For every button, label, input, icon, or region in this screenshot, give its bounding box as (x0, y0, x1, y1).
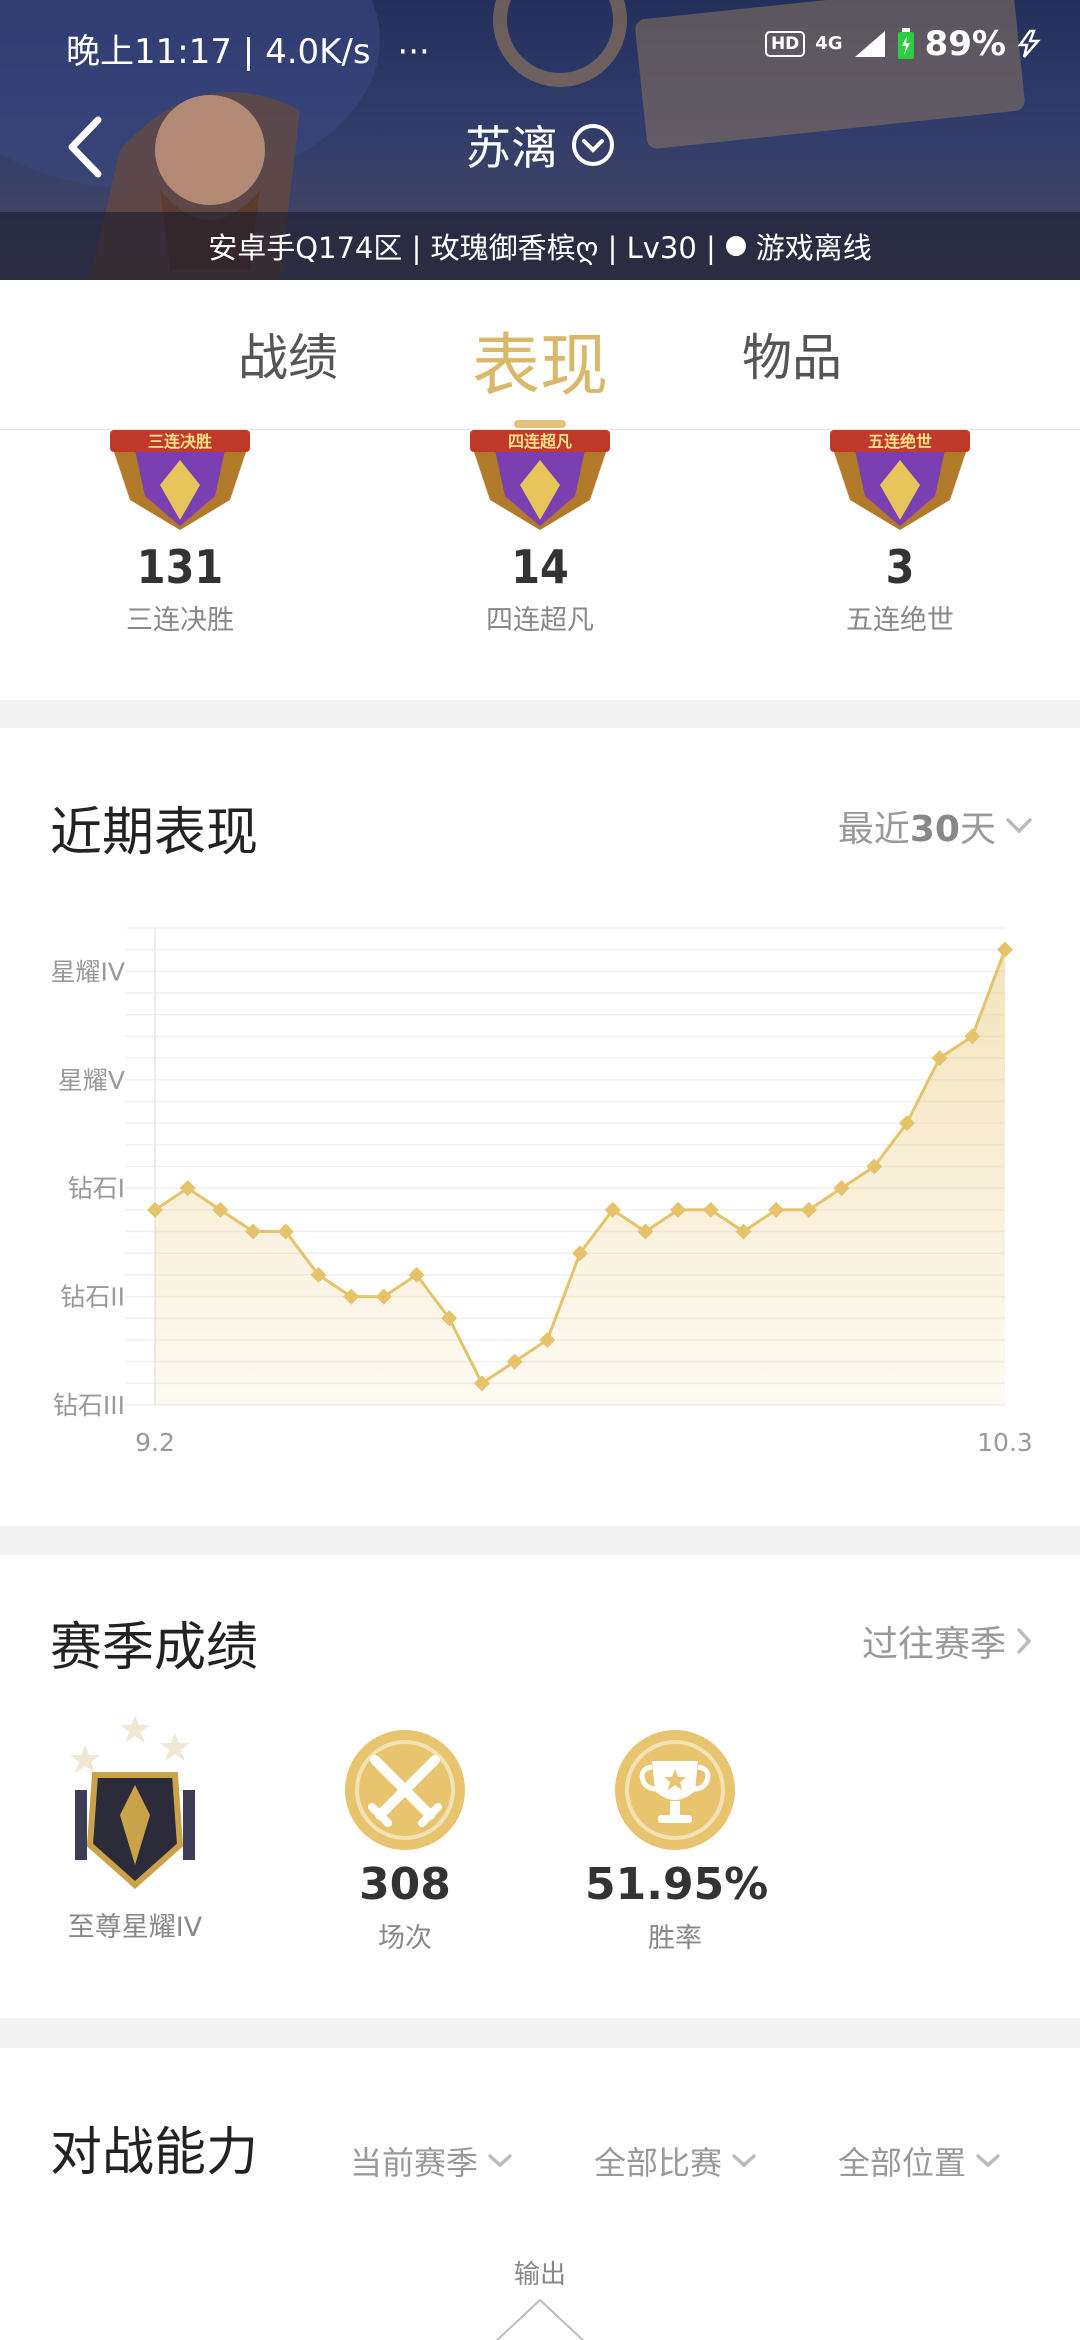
filter-position[interactable]: 全部位置 (838, 2138, 1002, 2184)
medal-count: 131 (136, 540, 224, 594)
chevron-down-icon (1006, 818, 1032, 834)
medal-banner-text: 四连超凡 (508, 432, 572, 451)
ability-section: 对战能力 当前赛季 全部比赛 全部位置 输出 (0, 2048, 1080, 2340)
quadra-win-badge-icon: 四连超凡 (470, 430, 610, 530)
hd-badge: HD (764, 31, 806, 57)
medal-banner-text: 五连绝世 (868, 432, 932, 451)
season-section: 赛季成绩 过往赛季 至尊星耀IV 308 场次 51.95% 胜率 (0, 1555, 1080, 2018)
tab-bar: 战绩 表现 物品 (0, 280, 1080, 430)
chevron-right-icon (1017, 1628, 1032, 1654)
medal-triple[interactable]: 三连决胜 131 三连决胜 (70, 430, 290, 637)
season-title: 赛季成绩 (50, 1618, 259, 1678)
network-type: 4G (815, 33, 843, 54)
penta-win-badge-icon: 五连绝世 (830, 430, 970, 530)
past-seasons-label: 过往赛季 (861, 1624, 1006, 1665)
medal-banner-text: 三连决胜 (148, 432, 212, 451)
winrate-label: 胜率 (648, 1923, 702, 1954)
status-right: HD 4G 89% (764, 24, 1042, 64)
matches-label: 场次 (378, 1923, 432, 1954)
medal-count: 14 (511, 540, 569, 594)
y-tick-label: 钻石I (68, 1174, 125, 1203)
filter-season[interactable]: 当前赛季 (350, 2138, 514, 2184)
rank-label: 至尊星耀IV (67, 1912, 203, 1943)
trophy-icon (615, 1730, 735, 1850)
filter-season-label: 当前赛季 (350, 2144, 479, 2182)
player-title[interactable]: 苏漓 (0, 112, 1080, 178)
data-point[interactable] (997, 941, 1013, 958)
past-seasons-link[interactable]: 过往赛季 (862, 1615, 1034, 1667)
status-left: 晚上11:17 | 4.0K/s ··· (66, 32, 430, 72)
tab-indicator (514, 420, 566, 428)
battery-level: 89 (924, 24, 972, 64)
online-status: 游戏离线 (755, 231, 872, 265)
chevron-down-icon (976, 2154, 1000, 2168)
x-tick-label: 9.2 (135, 1428, 175, 1457)
charging-icon (1017, 29, 1041, 58)
series-area (155, 949, 1005, 1405)
radar-chart (495, 2298, 585, 2340)
rank-stat: 至尊星耀IV (55, 1715, 215, 1944)
ability-title: 对战能力 (50, 2123, 259, 2183)
tab-performance[interactable]: 表现 (472, 310, 608, 409)
medal-label: 三连决胜 (126, 605, 234, 636)
chevron-down-icon (488, 2154, 512, 2168)
player-name: 苏漓 (465, 121, 557, 175)
y-tick-label: 星耀V (58, 1066, 125, 1095)
matches-stat: 308 场次 (330, 1725, 480, 1955)
recent-performance-section: 近期表现 最近30天 星耀IV 星耀V 钻石I 钻石II 钻石III 9.2 10.3 (0, 728, 1080, 1526)
rank-badge-icon (70, 1715, 195, 1890)
battery-icon (897, 28, 914, 59)
y-tick-label: 钻石II (60, 1283, 125, 1312)
rank-trend-chart: 星耀IV 星耀V 钻石I 钻石II 钻石III 9.2 10.3 (51, 927, 1033, 1457)
tab-record[interactable]: 战绩 (238, 318, 338, 390)
filter-position-label: 全部位置 (838, 2144, 967, 2182)
matches-count: 308 (359, 1859, 451, 1910)
clock: 晚上11:17 (66, 32, 232, 72)
winrate-value: 51.95% (585, 1859, 769, 1910)
streak-medals: 三连决胜 131 三连决胜 四连超凡 14 四连超凡 五连绝世 3 五连绝世 (0, 430, 1080, 700)
x-tick-label: 10.3 (977, 1428, 1033, 1457)
server-info: 安卓手Q174区 | 玫瑰御香槟ღ | Lv30 | (208, 231, 716, 265)
filter-match-type[interactable]: 全部比赛 (594, 2138, 758, 2184)
more-dots: ··· (397, 32, 430, 72)
radar-axis-label: 输出 (513, 2260, 566, 2290)
status-bar: 晚上11:17 | 4.0K/s ··· HD 4G 89% (0, 0, 1080, 90)
medal-count: 3 (885, 540, 915, 594)
chevron-down-circle-icon (572, 124, 614, 166)
range-label: 最近30天 (837, 809, 996, 850)
medal-quadra[interactable]: 四连超凡 14 四连超凡 (430, 430, 650, 637)
crossed-swords-icon (345, 1730, 465, 1850)
status-dot-icon (725, 236, 746, 256)
range-selector[interactable]: 最近30天 (838, 800, 1034, 852)
profile-header: 晚上11:17 | 4.0K/s ··· HD 4G 89% 苏漓 安卓手Q17… (0, 0, 1080, 280)
chevron-down-icon (732, 2154, 756, 2168)
triple-win-badge-icon: 三连决胜 (110, 430, 250, 530)
server-info-bar: 安卓手Q174区 | 玫瑰御香槟ღ | Lv30 | 游戏离线 (0, 212, 1080, 280)
medal-label: 五连绝世 (846, 605, 954, 636)
y-tick-label: 星耀IV (51, 957, 125, 986)
medal-label: 四连超凡 (486, 605, 594, 636)
network-speed: 4.0K/s (265, 32, 371, 72)
tab-items[interactable]: 物品 (742, 318, 842, 390)
medal-penta[interactable]: 五连绝世 3 五连绝世 (790, 430, 1010, 637)
winrate-stat: 51.95% 胜率 (585, 1725, 769, 1955)
y-tick-label: 钻石III (53, 1391, 125, 1420)
signal-icon (854, 31, 885, 57)
filter-match-type-label: 全部比赛 (594, 2144, 723, 2182)
